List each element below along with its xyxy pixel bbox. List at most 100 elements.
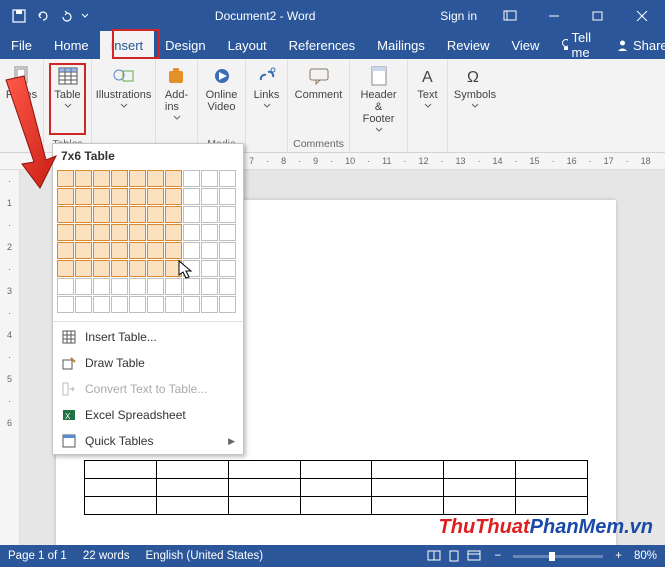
share-button[interactable]: Share	[606, 31, 665, 59]
grid-cell[interactable]	[219, 278, 236, 295]
grid-cell[interactable]	[129, 188, 146, 205]
grid-cell[interactable]	[57, 242, 74, 259]
minimize-button[interactable]	[535, 0, 573, 31]
tab-insert[interactable]: Insert	[100, 31, 155, 59]
grid-cell[interactable]	[165, 296, 182, 313]
links-button[interactable]: Links	[252, 63, 282, 135]
grid-cell[interactable]	[165, 170, 182, 187]
grid-cell[interactable]	[183, 206, 200, 223]
grid-cell[interactable]	[93, 170, 110, 187]
grid-cell[interactable]	[183, 278, 200, 295]
text-button[interactable]: A Text	[414, 63, 442, 135]
grid-cell[interactable]	[201, 260, 218, 277]
grid-cell[interactable]	[57, 260, 74, 277]
grid-cell[interactable]	[147, 224, 164, 241]
grid-cell[interactable]	[201, 224, 218, 241]
zoom-level[interactable]: 80%	[634, 550, 657, 562]
save-icon[interactable]	[8, 5, 30, 27]
pages-button[interactable]: Pages	[4, 63, 39, 135]
grid-cell[interactable]	[183, 260, 200, 277]
read-mode-icon[interactable]	[425, 548, 443, 564]
grid-cell[interactable]	[111, 296, 128, 313]
grid-cell[interactable]	[219, 260, 236, 277]
tab-references[interactable]: References	[278, 31, 366, 59]
grid-cell[interactable]	[147, 242, 164, 259]
grid-cell[interactable]	[111, 260, 128, 277]
grid-cell[interactable]	[75, 188, 92, 205]
grid-cell[interactable]	[57, 224, 74, 241]
grid-cell[interactable]	[219, 242, 236, 259]
grid-cell[interactable]	[183, 170, 200, 187]
redo-icon[interactable]	[56, 5, 78, 27]
grid-cell[interactable]	[183, 242, 200, 259]
quick-tables-item[interactable]: Quick Tables ▶	[53, 428, 243, 454]
grid-cell[interactable]	[183, 296, 200, 313]
header-footer-button[interactable]: Header &Footer	[356, 63, 401, 135]
zoom-in-button[interactable]: +	[615, 550, 622, 562]
tab-home[interactable]: Home	[43, 31, 100, 59]
undo-icon[interactable]	[32, 5, 54, 27]
grid-cell[interactable]	[219, 170, 236, 187]
grid-cell[interactable]	[75, 242, 92, 259]
grid-cell[interactable]	[75, 224, 92, 241]
table-button[interactable]: Table	[49, 63, 85, 135]
grid-cell[interactable]	[147, 296, 164, 313]
maximize-button[interactable]	[579, 0, 617, 31]
grid-cell[interactable]	[111, 170, 128, 187]
grid-cell[interactable]	[201, 170, 218, 187]
addins-button[interactable]: Add-ins	[163, 63, 191, 135]
tab-review[interactable]: Review	[436, 31, 501, 59]
grid-cell[interactable]	[129, 224, 146, 241]
grid-cell[interactable]	[75, 260, 92, 277]
grid-cell[interactable]	[129, 206, 146, 223]
grid-cell[interactable]	[129, 170, 146, 187]
tell-me-button[interactable]: Tell me	[550, 30, 606, 60]
grid-cell[interactable]	[111, 206, 128, 223]
grid-cell[interactable]	[93, 188, 110, 205]
insert-table-item[interactable]: Insert Table...	[53, 324, 243, 350]
grid-cell[interactable]	[93, 242, 110, 259]
tab-layout[interactable]: Layout	[217, 31, 278, 59]
grid-cell[interactable]	[201, 296, 218, 313]
qat-customize-icon[interactable]	[80, 5, 90, 27]
grid-cell[interactable]	[147, 206, 164, 223]
illustrations-button[interactable]: Illustrations	[94, 63, 154, 135]
table-grid-picker[interactable]	[53, 168, 243, 319]
grid-cell[interactable]	[147, 260, 164, 277]
grid-cell[interactable]	[75, 206, 92, 223]
zoom-out-button[interactable]: −	[495, 550, 502, 562]
symbols-button[interactable]: Ω Symbols	[452, 63, 498, 135]
grid-cell[interactable]	[57, 170, 74, 187]
grid-cell[interactable]	[129, 242, 146, 259]
grid-cell[interactable]	[201, 188, 218, 205]
grid-cell[interactable]	[93, 206, 110, 223]
excel-spreadsheet-item[interactable]: X Excel Spreadsheet	[53, 402, 243, 428]
grid-cell[interactable]	[219, 224, 236, 241]
grid-cell[interactable]	[75, 170, 92, 187]
status-words[interactable]: 22 words	[83, 550, 130, 562]
grid-cell[interactable]	[165, 206, 182, 223]
grid-cell[interactable]	[93, 260, 110, 277]
grid-cell[interactable]	[111, 242, 128, 259]
grid-cell[interactable]	[165, 224, 182, 241]
status-language[interactable]: English (United States)	[146, 550, 264, 562]
grid-cell[interactable]	[93, 296, 110, 313]
grid-cell[interactable]	[57, 296, 74, 313]
grid-cell[interactable]	[93, 278, 110, 295]
web-layout-icon[interactable]	[465, 548, 483, 564]
print-layout-icon[interactable]	[445, 548, 463, 564]
close-button[interactable]	[623, 0, 661, 31]
grid-cell[interactable]	[75, 296, 92, 313]
grid-cell[interactable]	[165, 188, 182, 205]
ribbon-options-icon[interactable]	[491, 0, 529, 31]
signin-link[interactable]: Sign in	[440, 9, 477, 23]
grid-cell[interactable]	[219, 188, 236, 205]
grid-cell[interactable]	[111, 278, 128, 295]
draw-table-item[interactable]: Draw Table	[53, 350, 243, 376]
comment-button[interactable]: Comment	[293, 63, 345, 135]
grid-cell[interactable]	[201, 242, 218, 259]
grid-cell[interactable]	[201, 206, 218, 223]
grid-cell[interactable]	[219, 296, 236, 313]
grid-cell[interactable]	[57, 188, 74, 205]
grid-cell[interactable]	[183, 224, 200, 241]
